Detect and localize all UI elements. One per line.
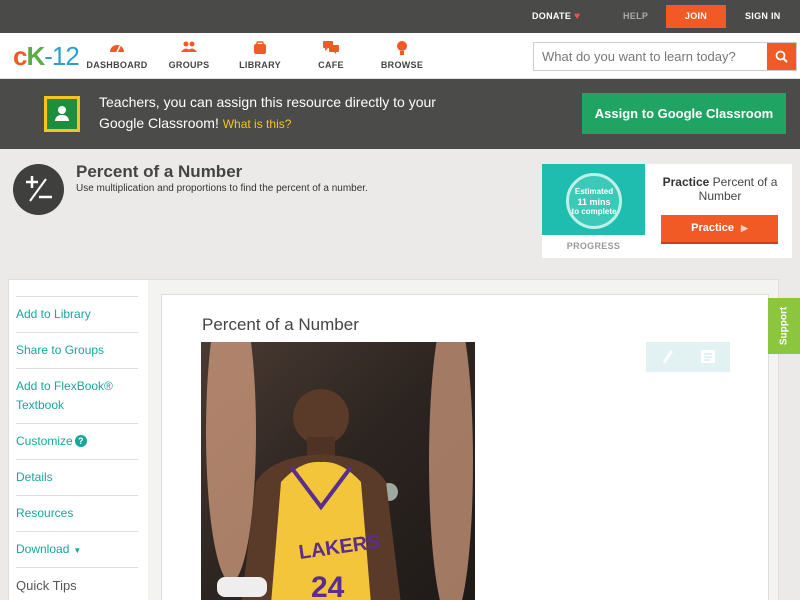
estimated-time-badge: Estimated 11 mins to complete: [566, 173, 622, 229]
plus-minus-icon: [13, 164, 64, 215]
logo-12: -12: [44, 41, 80, 71]
nav-browse[interactable]: BROWSE: [367, 41, 437, 70]
heart-icon: ♥: [574, 11, 581, 22]
sidebar-item-details[interactable]: Details: [16, 459, 138, 487]
browse-icon: [367, 41, 437, 57]
to-complete-label: to complete: [571, 207, 617, 216]
banner-text: Teachers, you can assign this resource d…: [99, 92, 459, 135]
logo-c: c: [13, 41, 28, 71]
content-tools: [646, 342, 730, 372]
estimated-minutes: 11 mins: [577, 197, 611, 207]
practice-heading-bold: Practice: [662, 175, 710, 189]
sidebar-item-resources[interactable]: Resources: [16, 495, 138, 523]
sidebar-item-share-to-groups[interactable]: Share to Groups: [16, 332, 138, 360]
sign-in-link[interactable]: SIGN IN: [745, 0, 781, 33]
search-box: [533, 42, 797, 71]
nav-groups[interactable]: GROUPS: [154, 41, 224, 70]
support-label: Support: [778, 306, 790, 346]
top-bar: DONATE ♥ HELP JOIN SIGN IN: [0, 0, 800, 33]
estimated-label: Estimated: [574, 187, 614, 196]
donate-label: DONATE: [532, 11, 572, 21]
arrow-right-icon: ▶: [740, 223, 748, 233]
practice-button-label: Practice: [691, 222, 734, 234]
main-nav: cK-12 DASHBOARD GROUPS LIBRARY CAFE BROW…: [0, 33, 800, 79]
nav-library[interactable]: LIBRARY: [225, 41, 295, 70]
groups-icon: [154, 41, 224, 57]
download-label: Download: [16, 542, 70, 556]
svg-text:24: 24: [311, 571, 345, 600]
nav-browse-label: BROWSE: [380, 60, 424, 70]
page-title: Percent of a Number: [76, 162, 243, 181]
nav-dashboard[interactable]: DASHBOARD: [82, 41, 152, 70]
practice-heading-title: Percent of a Number: [698, 175, 778, 203]
google-classroom-banner: Teachers, you can assign this resource d…: [0, 79, 800, 149]
sidebar: Add to Library Share to Groups Add to Fl…: [9, 280, 148, 600]
progress-label: PROGRESS: [566, 241, 621, 251]
practice-heading: Practice Percent of a Number: [655, 175, 785, 203]
sidebar-item-download[interactable]: Download ▼: [16, 531, 138, 560]
nav-cafe-label: CAFE: [318, 60, 344, 70]
basketball-player-photo: LAKERS 24: [201, 342, 475, 600]
donate-link[interactable]: DONATE ♥: [532, 0, 580, 33]
nav-groups-label: GROUPS: [168, 60, 210, 70]
what-is-this-link[interactable]: What is this?: [223, 117, 292, 131]
progress-graphic: Estimated 11 mins to complete: [542, 164, 645, 235]
page-subtitle: Use multiplication and proportions to fi…: [76, 183, 368, 194]
sidebar-item-add-to-library[interactable]: Add to Library: [16, 296, 138, 324]
help-question-icon[interactable]: ?: [74, 435, 87, 447]
google-classroom-icon: [44, 96, 80, 132]
notes-icon[interactable]: [700, 349, 716, 369]
customize-label: Customize: [16, 434, 73, 448]
caret-down-icon: ▼: [73, 546, 82, 555]
search-icon: [775, 50, 788, 63]
practice-card: Estimated 11 mins to complete PROGRESS P…: [542, 164, 792, 258]
logo-k: K: [26, 41, 45, 71]
content-title: Percent of a Number: [202, 315, 359, 334]
nav-dashboard-label: DASHBOARD: [86, 60, 148, 70]
practice-button[interactable]: Practice ▶: [661, 215, 778, 244]
nav-cafe[interactable]: CAFE: [296, 41, 366, 70]
assign-to-google-classroom-button[interactable]: Assign to Google Classroom: [582, 93, 786, 134]
sidebar-item-add-to-flexbook[interactable]: Add to FlexBook® Textbook: [16, 368, 138, 415]
pencil-icon[interactable]: [662, 349, 674, 370]
cafe-icon: [296, 41, 366, 57]
ck12-logo[interactable]: cK-12: [13, 41, 80, 72]
search-input[interactable]: [534, 43, 768, 70]
help-link[interactable]: HELP: [623, 0, 648, 33]
search-button[interactable]: [767, 43, 796, 70]
sidebar-item-customize[interactable]: Customize?: [16, 423, 138, 451]
library-icon: [225, 41, 295, 57]
photo-illustration: LAKERS 24: [201, 342, 475, 600]
sidebar-item-quick-tips[interactable]: Quick Tips: [16, 567, 138, 595]
nav-library-label: LIBRARY: [239, 60, 281, 70]
join-button[interactable]: JOIN: [666, 5, 726, 28]
dashboard-icon: [82, 41, 152, 57]
support-tab[interactable]: Support: [768, 298, 800, 354]
